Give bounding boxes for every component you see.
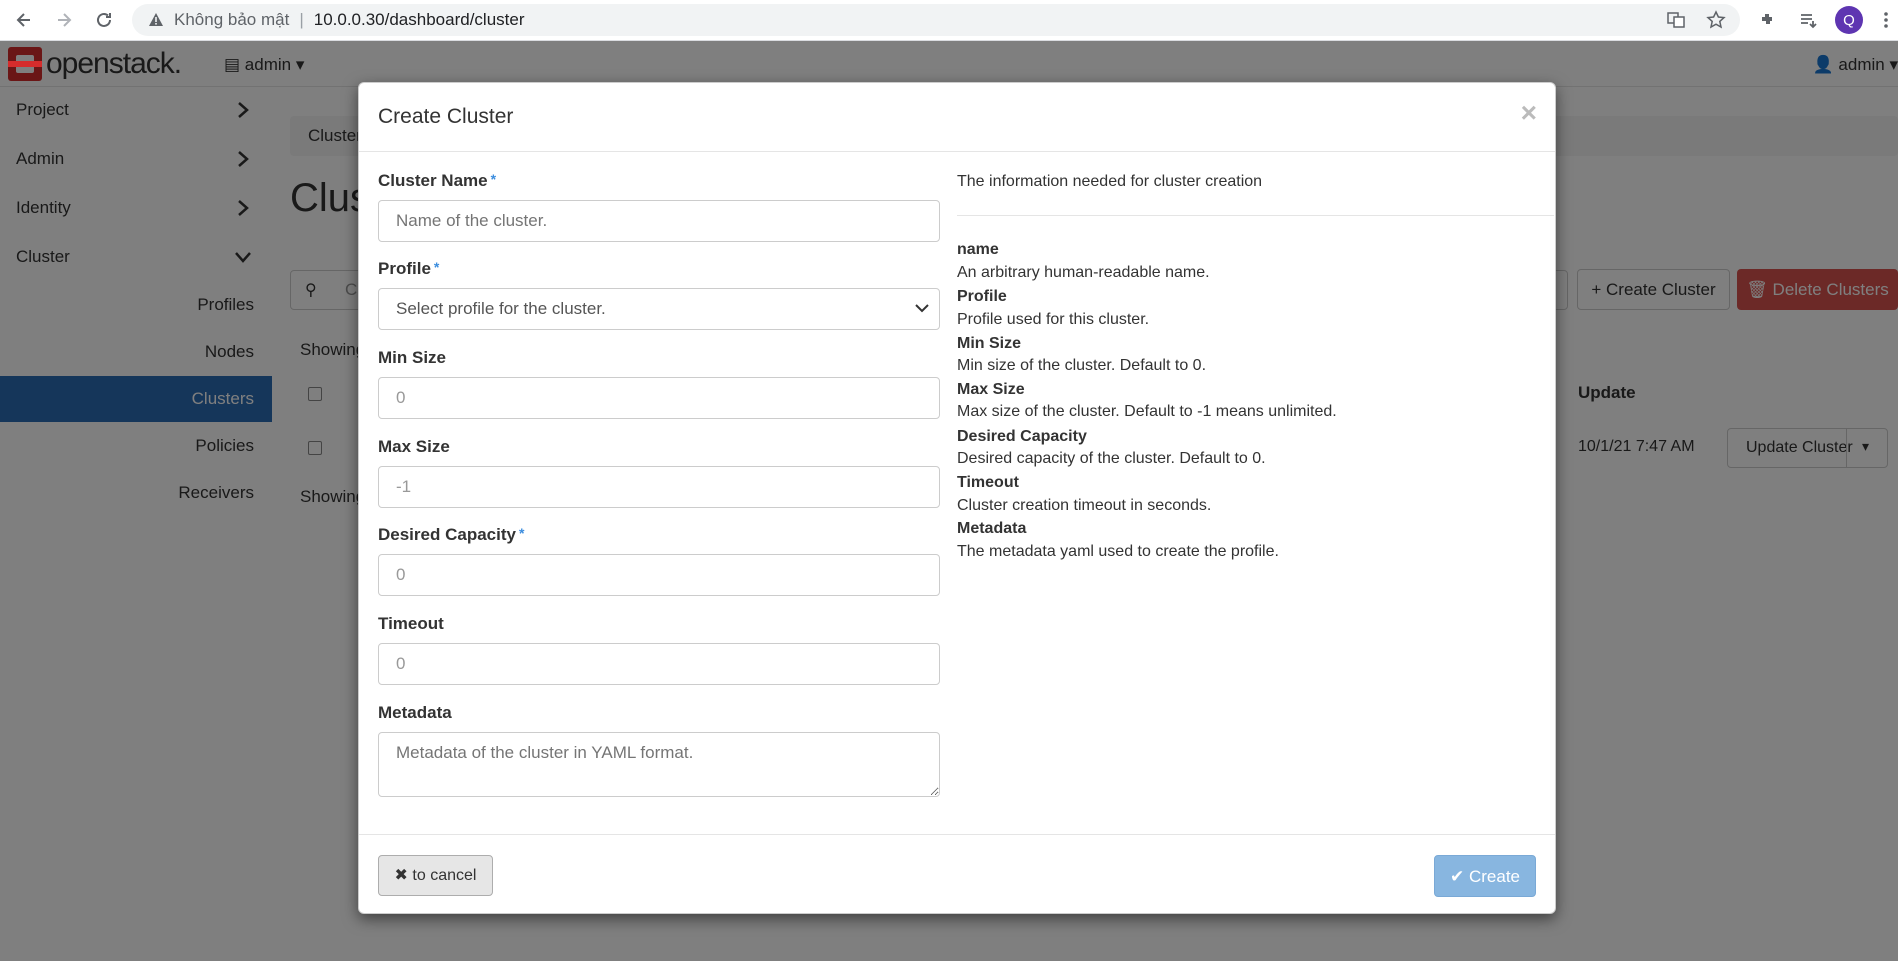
help-term: Metadata xyxy=(957,520,1027,537)
help-divider xyxy=(957,215,1554,216)
bookmark-star-icon[interactable] xyxy=(1706,10,1726,30)
help-desc: An arbitrary human-readable name. xyxy=(957,264,1210,281)
help-desc: Cluster creation timeout in seconds. xyxy=(957,497,1212,514)
cluster-name-input[interactable] xyxy=(378,200,940,242)
warning-icon xyxy=(149,13,163,26)
close-icon[interactable]: × xyxy=(1521,97,1537,129)
extensions-icon[interactable] xyxy=(1756,8,1780,32)
help-term: Profile xyxy=(957,288,1007,305)
browser-toolbar: Không bảo mật | 10.0.0.30/dashboard/clus… xyxy=(0,0,1898,41)
required-marker: * xyxy=(518,525,525,541)
cancel-button-label: to cancel xyxy=(412,867,477,884)
help-term: Min Size xyxy=(957,335,1022,352)
help-term: name xyxy=(957,241,999,258)
create-button[interactable]: ✔ Create xyxy=(1434,855,1536,897)
security-label: Không bảo mật xyxy=(174,10,290,29)
min-size-input[interactable]: 0 xyxy=(378,377,940,419)
min-size-label: Min Size xyxy=(378,348,447,367)
help-desc: The metadata yaml used to create the pro… xyxy=(957,543,1279,560)
url-text: 10.0.0.30/dashboard/cluster xyxy=(313,10,525,29)
translate-icon[interactable] xyxy=(1666,10,1686,30)
help-term: Timeout xyxy=(957,474,1019,491)
help-desc: Profile used for this cluster. xyxy=(957,311,1150,328)
profile-select-value: Select profile for the cluster. xyxy=(396,299,606,318)
desired-capacity-input[interactable]: 0 xyxy=(378,554,940,596)
check-icon: ✔ xyxy=(1449,867,1465,886)
help-desc: Max size of the cluster. Default to -1 m… xyxy=(957,403,1337,420)
desired-capacity-label-text: Desired Capacity xyxy=(378,525,516,544)
address-bar[interactable]: Không bảo mật | 10.0.0.30/dashboard/clus… xyxy=(132,4,1740,36)
create-button-label: Create xyxy=(1468,867,1520,886)
modal-title: Create Cluster xyxy=(378,105,514,128)
profile-select[interactable]: Select profile for the cluster. xyxy=(378,288,940,330)
help-desc: Min size of the cluster. Default to 0. xyxy=(957,357,1207,374)
profile-label: Profile * xyxy=(378,259,439,279)
create-cluster-modal: Create Cluster × Cluster Name* Profile* … xyxy=(358,82,1556,914)
more-menu-icon[interactable] xyxy=(1874,8,1898,32)
forward-icon[interactable] xyxy=(46,2,82,38)
help-term: Desired Capacity xyxy=(957,428,1087,445)
modal-header: Create Cluster × xyxy=(359,83,1555,152)
profile-avatar[interactable]: Q xyxy=(1835,6,1863,34)
help-desc: Desired capacity of the cluster. Default… xyxy=(957,450,1266,467)
close-x-icon: ✖ xyxy=(394,867,408,884)
metadata-label: Metadata xyxy=(378,703,452,722)
timeout-input[interactable]: 0 xyxy=(378,643,940,685)
modal-footer: ✖ to cancel ✔ Create xyxy=(359,834,1555,914)
cluster-name-label-text: Cluster Name xyxy=(378,171,488,190)
reading-list-icon[interactable] xyxy=(1796,8,1820,32)
back-icon[interactable] xyxy=(6,2,42,38)
help-intro: The information needed for cluster creat… xyxy=(957,173,1263,190)
max-size-input[interactable]: -1 xyxy=(378,466,940,508)
timeout-label: Timeout xyxy=(378,614,444,633)
required-marker: * xyxy=(433,259,440,275)
chevron-down-icon xyxy=(915,304,929,313)
desired-capacity-label: Desired Capacity * xyxy=(378,525,524,545)
metadata-textarea[interactable] xyxy=(378,732,940,797)
cluster-name-label: Cluster Name * xyxy=(378,171,496,191)
profile-label-text: Profile xyxy=(378,259,431,278)
max-size-label: Max Size xyxy=(378,437,450,456)
reload-icon[interactable] xyxy=(86,2,122,38)
help-term: Max Size xyxy=(957,381,1025,398)
cancel-button[interactable]: ✖ to cancel xyxy=(378,855,493,896)
required-marker: * xyxy=(490,171,497,187)
address-separator: | xyxy=(299,10,304,29)
